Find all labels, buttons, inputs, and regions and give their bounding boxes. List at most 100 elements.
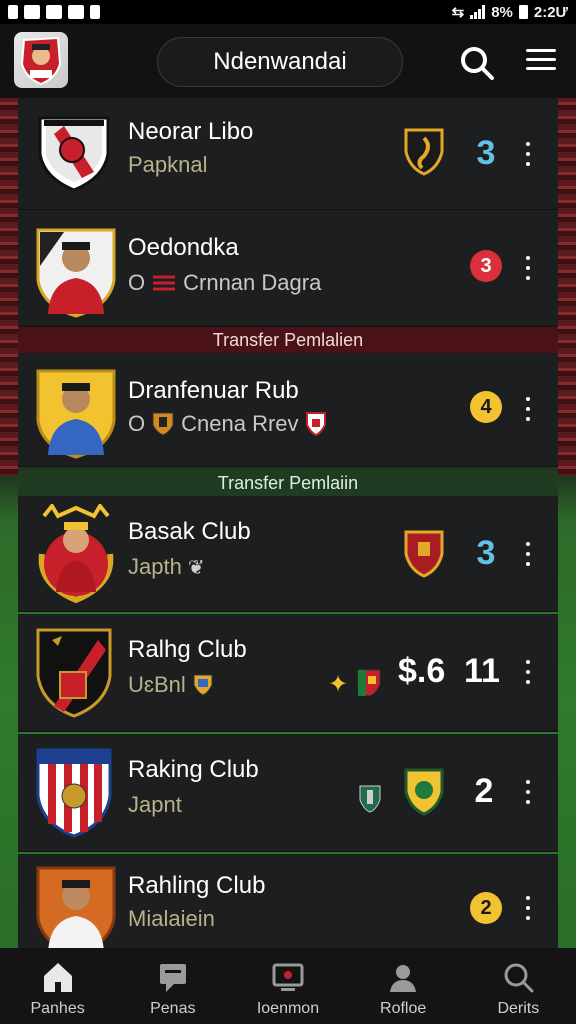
tv-icon xyxy=(272,963,304,991)
nav-label: Ioenmon xyxy=(256,1000,320,1017)
club-count: 3 xyxy=(476,534,496,572)
club-card[interactable]: Rahling Club Mialaiein 2 xyxy=(18,854,558,948)
club-count: 2 xyxy=(474,772,494,810)
club-card[interactable]: Basak Club Japth ❦ 3 xyxy=(18,496,558,612)
image-icon xyxy=(46,5,62,19)
club-name: Oedondka xyxy=(128,234,239,261)
club-card[interactable]: Raking Club Japnt 2 xyxy=(18,734,558,852)
search-icon[interactable] xyxy=(458,44,496,82)
network-icon: ⇆ xyxy=(451,4,465,21)
chat-icon xyxy=(159,964,186,992)
status-left xyxy=(8,5,100,19)
small-crest-icon xyxy=(359,785,381,813)
club-subtitle: Cnena Rrev xyxy=(181,411,299,436)
club-crest-icon xyxy=(38,116,110,192)
club-subtitle: UɛBnl xyxy=(128,672,186,697)
club-list: Neorar Libo Papknal 3 Oedondka O Crnnan … xyxy=(18,98,558,948)
more-options-icon[interactable] xyxy=(524,542,532,566)
status-bar: ⇆ 8% 2:2Ư xyxy=(0,0,576,24)
club-subtitle-prefix: O xyxy=(128,270,146,295)
signal-icon xyxy=(470,5,486,19)
club-subtitle: Crnnan Dagra xyxy=(183,270,322,295)
nav-label: Derits xyxy=(497,1000,540,1017)
club-count: 11 xyxy=(464,652,500,690)
club-card[interactable]: Dranfenuar Rub O Cnena Rrev 4 xyxy=(18,353,558,467)
more-options-icon[interactable] xyxy=(524,256,532,280)
club-subtitle: Mialaiein xyxy=(128,906,215,931)
club-crest-icon xyxy=(20,36,62,86)
club-subtitle-row: O Cnena Rrev xyxy=(128,411,327,437)
club-crest-icon xyxy=(36,748,112,838)
nav-item-home[interactable]: Panhes xyxy=(8,948,108,1018)
more-options-icon[interactable] xyxy=(524,660,532,684)
app-bar: Ndenwandai xyxy=(0,24,576,98)
search-icon xyxy=(504,963,534,993)
more-options-icon[interactable] xyxy=(524,142,532,166)
club-subtitle-row: O Crnnan Dagra xyxy=(128,270,321,296)
nav-item-chat[interactable]: Penas xyxy=(123,948,223,1018)
shield-badge-icon xyxy=(404,128,444,176)
battery-icon xyxy=(518,5,528,19)
player-avatar-icon xyxy=(38,504,114,604)
clock: 2:2Ư xyxy=(533,3,568,21)
section-divider: Transfer Pemlaiin xyxy=(18,470,558,496)
club-name: Raking Club xyxy=(128,756,259,783)
club-name: Basak Club xyxy=(128,518,251,545)
club-name: Rahling Club xyxy=(128,872,266,899)
club-subtitle: Japth xyxy=(128,554,182,579)
ball-icon: ❦ xyxy=(187,556,205,579)
nav-label: Panhes xyxy=(30,1000,85,1017)
small-crest-icon xyxy=(357,669,381,697)
bottom-nav: Panhes Penas Ioenmon Rofloe Derits xyxy=(0,948,576,1024)
header-title-pill[interactable]: Ndenwandai xyxy=(157,37,403,87)
club-card[interactable]: Neorar Libo Papknal 3 xyxy=(18,98,558,210)
section-divider: Transfer Pemlalien xyxy=(18,327,558,353)
club-crest-icon xyxy=(36,628,112,718)
stadium-bg-right xyxy=(558,96,576,476)
stripes-icon xyxy=(153,275,176,291)
more-options-icon[interactable] xyxy=(524,896,532,920)
nav-item-tv[interactable]: Ioenmon xyxy=(238,948,338,1018)
notification-icon xyxy=(8,5,18,19)
shield-badge-icon xyxy=(404,530,444,578)
m-icon xyxy=(24,5,40,19)
club-count: 3 xyxy=(470,250,502,282)
profile-icon xyxy=(390,965,417,992)
player-avatar-icon xyxy=(36,228,116,318)
club-card[interactable]: Oedondka O Crnnan Dagra 3 xyxy=(18,210,558,327)
header-title: Ndenwandai xyxy=(213,48,347,75)
player-avatar-icon xyxy=(36,369,116,459)
club-subtitle-row: UɛBnl xyxy=(128,672,214,698)
club-count: 2 xyxy=(470,892,502,924)
nav-label: Rofloe xyxy=(380,1000,427,1017)
mail-icon xyxy=(68,5,84,19)
player-avatar-icon xyxy=(36,866,116,948)
club-subtitle-row: Japth ❦ xyxy=(128,554,205,580)
home-icon xyxy=(43,963,72,992)
menu-icon[interactable] xyxy=(524,44,558,78)
location-icon xyxy=(90,5,100,19)
shield-badge-icon xyxy=(404,768,444,816)
small-crest-icon xyxy=(152,412,174,436)
club-count: 3 xyxy=(476,134,496,172)
club-name: Ralhg Club xyxy=(128,636,247,663)
small-crest-icon xyxy=(193,674,213,696)
nav-label: Penas xyxy=(150,1000,196,1017)
battery-percent: 8% xyxy=(491,3,513,21)
club-name: Dranfenuar Rub xyxy=(128,377,299,404)
club-subtitle: Japnt xyxy=(128,792,182,817)
small-crest-icon xyxy=(305,412,326,437)
star-icon: ✦ xyxy=(328,671,349,698)
nav-item-search[interactable]: Derits xyxy=(468,948,568,1018)
app-logo[interactable] xyxy=(14,32,68,88)
club-price: $.6 xyxy=(398,652,446,690)
club-count: 4 xyxy=(470,391,502,423)
more-options-icon[interactable] xyxy=(524,780,532,804)
status-right: ⇆ 8% 2:2Ư xyxy=(451,3,568,22)
club-card[interactable]: Ralhg Club UɛBnl ✦ $.6 11 xyxy=(18,614,558,732)
more-options-icon[interactable] xyxy=(524,397,532,421)
stadium-bg-left xyxy=(0,96,18,476)
club-subtitle-prefix: O xyxy=(128,411,146,436)
nav-item-profile[interactable]: Rofloe xyxy=(353,948,453,1018)
club-subtitle: Papknal xyxy=(128,152,208,177)
